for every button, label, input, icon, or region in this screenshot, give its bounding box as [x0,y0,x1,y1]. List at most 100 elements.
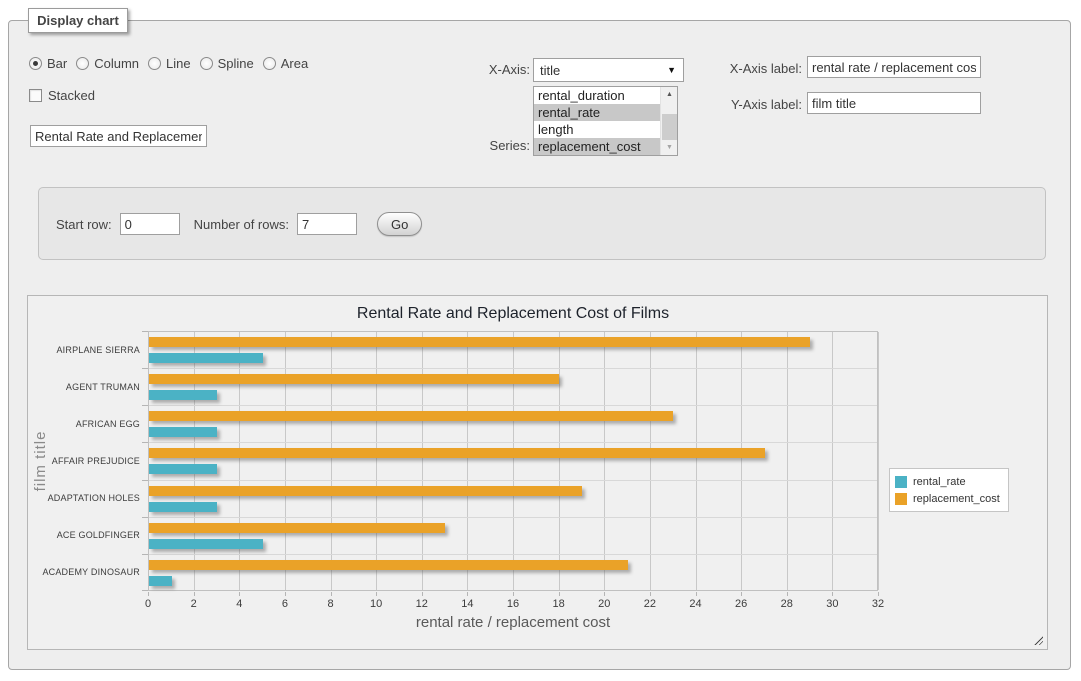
bar-replacement_cost [149,448,765,458]
y-category-label: ACADEMY DINOSAUR [28,567,140,578]
series-option-rental_duration[interactable]: rental_duration [534,87,677,104]
y-tick-mark [142,331,148,332]
x-tick-label: 8 [313,598,349,610]
y-tick-mark [142,517,148,518]
y-tick-mark [142,368,148,369]
chart-type-label: Line [166,56,191,71]
legend-swatch-icon [895,476,907,488]
x-tick-label: 22 [632,598,668,610]
x-tick-mark [422,592,423,596]
x-tick-label: 6 [267,598,303,610]
start-row-label: Start row: [56,217,112,232]
stacked-checkbox[interactable] [29,89,42,102]
x-tick-label: 28 [769,598,805,610]
stacked-option[interactable]: Stacked [29,88,95,103]
y-axis-label-label: Y-Axis label: [700,97,802,112]
radio-icon[interactable] [263,57,276,70]
x-tick-label: 12 [404,598,440,610]
y-category-label: AGENT TRUMAN [28,382,140,393]
x-axis-select[interactable]: title ▼ [533,58,684,82]
x-tick-label: 14 [449,598,485,610]
number-of-rows-label: Number of rows: [194,217,289,232]
x-tick-mark [832,592,833,596]
chart-title-input[interactable] [30,125,207,147]
bar-rental_rate [149,539,263,549]
x-tick-label: 16 [495,598,531,610]
y-tick-mark [142,590,148,591]
chart-type-label: Column [94,56,139,71]
chart-type-area[interactable]: Area [263,56,308,71]
go-button[interactable]: Go [377,212,422,236]
x-axis-label-input[interactable] [807,56,981,78]
radio-icon[interactable] [148,57,161,70]
scroll-up-icon[interactable]: ▲ [661,87,678,102]
legend-swatch-icon [895,493,907,505]
x-tick-label: 24 [678,598,714,610]
chart-container: Rental Rate and Replacement Cost of Film… [27,295,1048,650]
y-tick-mark [142,442,148,443]
gridline [239,332,240,590]
y-category-label: ACE GOLDFINGER [28,530,140,541]
y-axis-label-input[interactable] [807,92,981,114]
gridline [604,332,605,590]
bar-replacement_cost [149,374,559,384]
x-tick-mark [194,592,195,596]
x-tick-label: 0 [130,598,166,610]
bar-replacement_cost [149,411,673,421]
x-tick-mark [559,592,560,596]
gridline [149,405,877,406]
chart-type-bar[interactable]: Bar [29,56,67,71]
x-tick-mark [513,592,514,596]
scrollbar-thumb[interactable] [662,114,677,140]
series-option-rental_rate[interactable]: rental_rate [534,104,677,121]
radio-icon[interactable] [76,57,89,70]
y-category-label: AIRPLANE SIERRA [28,345,140,356]
y-tick-mark [142,405,148,406]
radio-icon[interactable] [200,57,213,70]
x-tick-mark [285,592,286,596]
row-range-panel: Start row: Number of rows: Go [38,187,1046,260]
chart-type-label: Area [281,56,308,71]
radio-icon[interactable] [29,57,42,70]
series-scrollbar[interactable]: ▲ ▼ [660,87,677,155]
x-tick-label: 18 [541,598,577,610]
x-tick-mark [467,592,468,596]
x-tick-mark [878,592,879,596]
x-tick-mark [331,592,332,596]
series-option-replacement_cost[interactable]: replacement_cost [534,138,677,155]
chart-type-radio-group: Bar Column Line Spline Area [29,56,308,71]
x-axis-label-label: X-Axis label: [700,61,802,76]
x-axis-title: rental rate / replacement cost [148,614,878,631]
bar-replacement_cost [149,523,445,533]
gridline [878,332,879,590]
chart-type-column[interactable]: Column [76,56,139,71]
gridline [741,332,742,590]
start-row-input[interactable] [120,213,180,235]
gridline [559,332,560,590]
gridline [149,442,877,443]
series-option-length[interactable]: length [534,121,677,138]
x-tick-mark [148,592,149,596]
number-of-rows-input[interactable] [297,213,357,235]
legend-label: replacement_cost [913,493,1000,505]
chart-type-label: Spline [218,56,254,71]
resize-handle[interactable] [1033,635,1043,645]
x-tick-mark [696,592,697,596]
x-tick-label: 10 [358,598,394,610]
scroll-down-icon[interactable]: ▼ [661,140,678,155]
x-tick-mark [239,592,240,596]
gridline [149,517,877,518]
x-tick-mark [604,592,605,596]
gridline [832,332,833,590]
bar-replacement_cost [149,560,628,570]
gridline [331,332,332,590]
chart-type-spline[interactable]: Spline [200,56,254,71]
x-tick-mark [650,592,651,596]
gridline [149,554,877,555]
gridline [467,332,468,590]
fieldset-legend: Display chart [28,8,128,33]
series-multiselect[interactable]: rental_durationrental_ratelengthreplacem… [533,86,678,156]
chart-legend: rental_ratereplacement_cost [889,468,1009,512]
chart-type-line[interactable]: Line [148,56,191,71]
gridline [650,332,651,590]
